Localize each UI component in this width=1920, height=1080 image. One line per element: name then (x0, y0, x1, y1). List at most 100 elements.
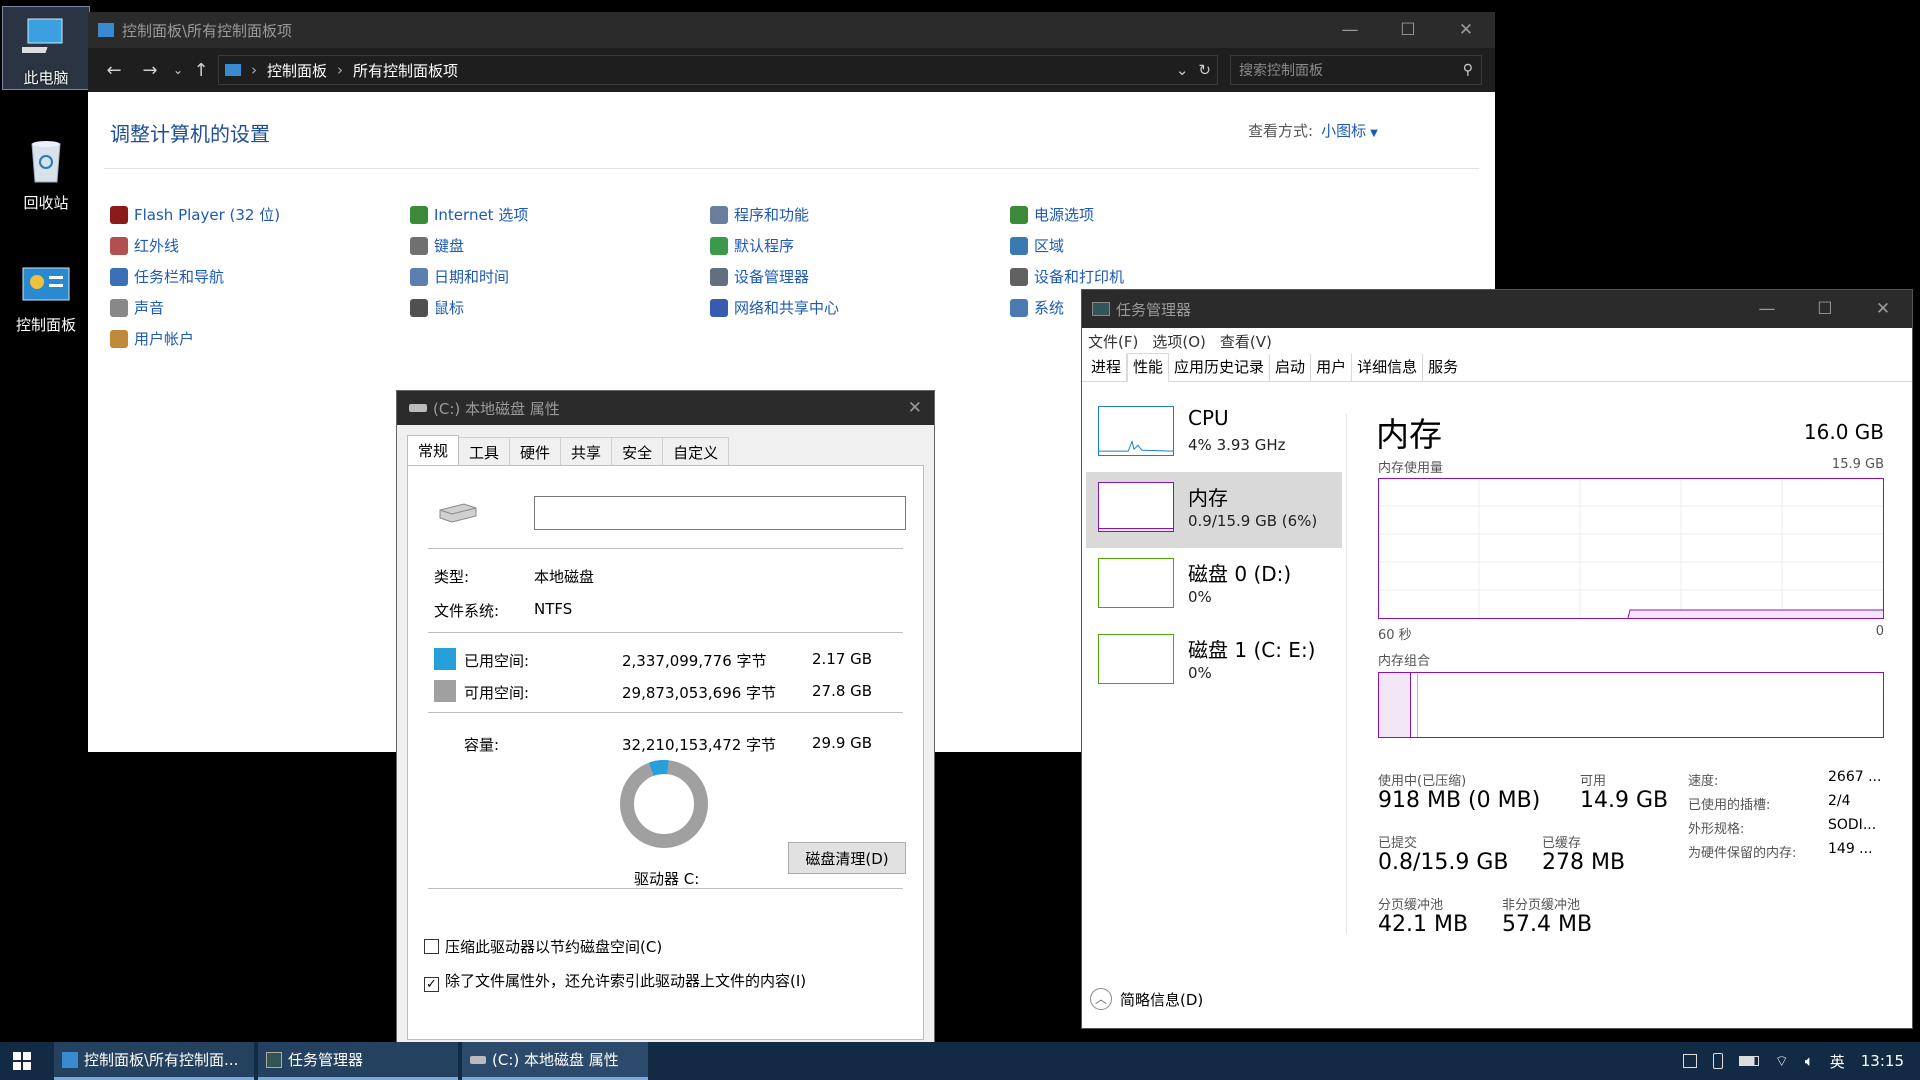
close-button[interactable]: ✕ (908, 398, 922, 418)
usb-icon[interactable] (1712, 1053, 1723, 1069)
search-icon[interactable]: ⚲ (1463, 62, 1473, 78)
perf-item-disk-0[interactable]: 磁盘 0 (D:) 0% (1086, 548, 1342, 624)
index-checkbox[interactable]: ✓ (424, 977, 439, 992)
close-button[interactable]: ✕ (1854, 299, 1912, 319)
page-title: 调整计算机的设置 (110, 122, 270, 146)
control-panel-item-label: 设备和打印机 (1034, 268, 1125, 286)
capacity-bytes: 32,210,153,472 字节 (622, 736, 777, 754)
perf-item-disk-1[interactable]: 磁盘 1 (C: E:) 0% (1086, 624, 1342, 700)
battery-icon[interactable] (1738, 1056, 1759, 1066)
control-panel-item[interactable]: 声音 (110, 297, 164, 318)
printer-icon (1010, 267, 1028, 286)
control-panel-titlebar[interactable]: 控制面板\所有控制面板项 — ☐ ✕ (88, 12, 1495, 48)
type-value: 本地磁盘 (534, 568, 595, 586)
control-panel-item[interactable]: Flash Player (32 位) (110, 204, 280, 225)
taskbar-item-control-panel[interactable]: 控制面板\所有控制面... (54, 1042, 254, 1080)
breadcrumb-item[interactable]: 控制面板 (267, 60, 327, 81)
tab-startup[interactable]: 启动 (1270, 354, 1312, 381)
control-panel-item[interactable]: 鼠标 (410, 297, 464, 318)
control-panel-item[interactable]: 程序和功能 (710, 204, 809, 225)
address-bar-row: ← → ⌄ ↑ › 控制面板 › 所有控制面板项 ⌄ ↻ 搜索控制面板 ⚲ (88, 48, 1495, 92)
desktop-icon-recycle-bin[interactable]: 回收站 (2, 134, 90, 218)
perf-item-memory[interactable]: 内存 0.9/15.9 GB (6%) (1086, 472, 1342, 548)
up-arrow-icon[interactable]: ↑ (188, 60, 214, 81)
tab-general[interactable]: 常规 (407, 435, 460, 467)
control-panel-item[interactable]: 默认程序 (710, 235, 794, 256)
tab-app-history[interactable]: 应用历史记录 (1169, 354, 1271, 381)
menu-options[interactable]: 选项(O) (1152, 331, 1206, 352)
desktop-icon-this-pc[interactable]: 此电脑 (2, 6, 90, 90)
control-panel-item[interactable]: 设备管理器 (710, 266, 809, 287)
compress-checkbox[interactable] (424, 939, 439, 954)
flash-icon (110, 205, 128, 224)
menu-file[interactable]: 文件(F) (1088, 331, 1138, 352)
disk-properties-dialog: (C:) 本地磁盘 属性 ✕ 常规 工具 硬件 共享 安全 自定义 类型: 本地… (396, 390, 935, 1080)
view-by-dropdown[interactable]: 小图标 (1321, 122, 1366, 140)
clock[interactable]: 13:15 (1861, 1052, 1904, 1070)
address-bar[interactable]: › 控制面板 › 所有控制面板项 ⌄ ↻ (218, 55, 1218, 85)
minimize-button[interactable]: — (1321, 20, 1379, 40)
close-button[interactable]: ✕ (1437, 20, 1495, 40)
minimize-button[interactable]: — (1738, 299, 1796, 319)
desktop-icon-control-panel[interactable]: 控制面板 (2, 264, 90, 348)
ime-indicator[interactable]: 英 (1830, 1051, 1845, 1072)
action-center-icon[interactable] (1682, 1054, 1697, 1068)
recent-chevron-down-icon[interactable]: ⌄ (168, 63, 188, 77)
desktop-icon-label: 此电脑 (23, 69, 69, 87)
control-panel-item[interactable]: 日期和时间 (410, 266, 509, 287)
desktop-icon-label: 回收站 (23, 194, 69, 212)
system-icon (1010, 298, 1028, 317)
refresh-icon[interactable]: ↻ (1198, 61, 1211, 79)
index-checkbox-row[interactable]: ✓ 除了文件属性外，还允许索引此驱动器上文件的内容(I) (424, 970, 806, 992)
address-dropdown-chevron-icon[interactable]: ⌄ (1176, 61, 1189, 79)
search-input[interactable]: 搜索控制面板 ⚲ (1230, 55, 1482, 85)
form-factor-label: 外形规格: (1688, 822, 1745, 837)
breadcrumb-separator-icon: › (337, 61, 344, 79)
drive-label: 驱动器 C: (634, 870, 700, 888)
tab-details[interactable]: 详细信息 (1352, 354, 1424, 381)
control-panel-item[interactable]: 用户帐户 (110, 328, 194, 349)
menu-view[interactable]: 查看(V) (1220, 331, 1272, 352)
wifi-icon[interactable]: ⌔ (1775, 1052, 1789, 1071)
disk-cleanup-button[interactable]: 磁盘清理(D) (788, 842, 906, 874)
tab-users[interactable]: 用户 (1311, 354, 1353, 381)
task-manager-titlebar[interactable]: 任务管理器 — ☐ ✕ (1082, 290, 1912, 328)
back-arrow-icon[interactable]: ← (96, 60, 132, 81)
forward-arrow-icon[interactable]: → (132, 60, 168, 81)
perf-item-name: 内存 (1188, 486, 1228, 510)
disk-properties-titlebar[interactable]: (C:) 本地磁盘 属性 ✕ (397, 391, 934, 425)
control-panel-item[interactable]: 系统 (1010, 297, 1064, 318)
used-space-gb: 2.17 GB (812, 650, 873, 668)
control-panel-item[interactable]: 区域 (1010, 235, 1064, 256)
compress-checkbox-row[interactable]: 压缩此驱动器以节约磁盘空间(C) (424, 936, 662, 957)
control-panel-item[interactable]: 任务栏和导航 (110, 266, 224, 287)
perf-item-cpu[interactable]: CPU 4% 3.93 GHz (1086, 396, 1342, 472)
volume-icon[interactable]: 🔈︎ (1805, 1052, 1814, 1070)
control-panel-item[interactable]: 网络和共享中心 (710, 297, 839, 318)
tab-performance[interactable]: 性能 (1127, 353, 1170, 382)
control-panel-item[interactable]: 电源选项 (1010, 204, 1094, 225)
paged-pool-value: 42.1 MB (1378, 912, 1469, 937)
fewer-details-toggle[interactable]: ︿ 简略信息(D) (1090, 988, 1203, 1010)
used-space-swatch (434, 648, 456, 670)
taskbar-item-task-manager[interactable]: 任务管理器 (258, 1042, 458, 1080)
start-button[interactable] (0, 1042, 44, 1080)
control-panel-item[interactable]: 键盘 (410, 235, 464, 256)
perf-item-value: 0% (1188, 664, 1212, 682)
breadcrumb-item[interactable]: 所有控制面板项 (353, 60, 458, 81)
control-panel-item-label: 区域 (1034, 237, 1065, 255)
default-programs-icon (710, 236, 728, 255)
tab-services[interactable]: 服务 (1423, 354, 1463, 381)
tab-processes[interactable]: 进程 (1086, 354, 1128, 381)
maximize-button[interactable]: ☐ (1796, 299, 1854, 319)
volume-label-input[interactable] (534, 496, 906, 530)
chevron-down-icon[interactable]: ▼ (1370, 128, 1378, 139)
control-panel-item[interactable]: 设备和打印机 (1010, 266, 1124, 287)
control-panel-item[interactable]: Internet 选项 (410, 204, 528, 225)
maximize-button[interactable]: ☐ (1379, 20, 1437, 40)
cached-label: 已缓存 (1542, 836, 1582, 851)
window-title: 任务管理器 (1116, 300, 1192, 319)
taskbar-item-disk-properties[interactable]: (C:) 本地磁盘 属性 (462, 1042, 648, 1080)
control-panel-item[interactable]: 红外线 (110, 235, 179, 256)
memory-composition-label: 内存组合 (1378, 654, 1431, 669)
